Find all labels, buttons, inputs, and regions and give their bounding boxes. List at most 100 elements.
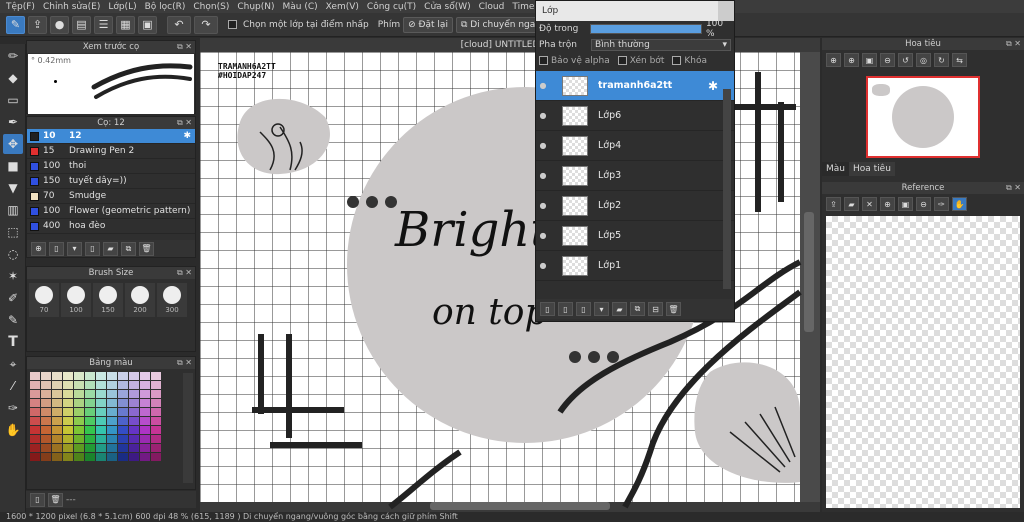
- color-swatch[interactable]: [52, 453, 62, 461]
- color-swatch[interactable]: [129, 372, 139, 380]
- export-icon[interactable]: ⇪: [28, 15, 47, 34]
- brush-tool-icon[interactable]: ✏: [3, 46, 23, 66]
- color-swatch[interactable]: [151, 381, 161, 389]
- color-swatch[interactable]: [96, 390, 106, 398]
- color-swatch[interactable]: [140, 372, 150, 380]
- color-swatch[interactable]: [140, 390, 150, 398]
- color-swatch[interactable]: [41, 372, 51, 380]
- color-swatch[interactable]: [85, 417, 95, 425]
- color-swatch[interactable]: [107, 399, 117, 407]
- color-swatch[interactable]: [30, 426, 40, 434]
- color-swatch[interactable]: [107, 381, 117, 389]
- color-swatch[interactable]: [107, 435, 117, 443]
- layer-view-icon[interactable]: ▤: [72, 15, 91, 34]
- ref-upload-icon[interactable]: ⇪: [826, 197, 841, 211]
- color-swatch[interactable]: [129, 444, 139, 452]
- color-swatch[interactable]: [129, 390, 139, 398]
- ref-zoom-in-icon[interactable]: ⊕: [880, 197, 895, 211]
- color-swatch[interactable]: [52, 390, 62, 398]
- rotate-right-icon[interactable]: ↻: [934, 53, 949, 67]
- ref-folder-icon[interactable]: ▰: [844, 197, 859, 211]
- settings-doc-icon[interactable]: ▯: [85, 241, 100, 256]
- color-swatch[interactable]: [41, 444, 51, 452]
- color-swatch[interactable]: [118, 435, 128, 443]
- color-swatch[interactable]: [129, 453, 139, 461]
- menu-item[interactable]: Chụp(N): [237, 2, 282, 12]
- eyedropper-icon[interactable]: ✑: [3, 398, 23, 418]
- text-tool-icon[interactable]: T: [3, 332, 23, 352]
- color-swatch[interactable]: [52, 426, 62, 434]
- color-swatch[interactable]: [63, 444, 73, 452]
- color-swatch[interactable]: [30, 372, 40, 380]
- color-swatch[interactable]: [96, 444, 106, 452]
- color-swatch[interactable]: [140, 417, 150, 425]
- color-swatch[interactable]: [63, 390, 73, 398]
- reference-area[interactable]: [826, 216, 1020, 508]
- color-swatch[interactable]: [41, 381, 51, 389]
- color-swatch[interactable]: [96, 399, 106, 407]
- color-swatch[interactable]: [118, 444, 128, 452]
- color-swatch[interactable]: [30, 408, 40, 416]
- palette-scrollbar[interactable]: [183, 373, 193, 483]
- chat-icon[interactable]: ●: [50, 15, 69, 34]
- color-swatch[interactable]: [63, 381, 73, 389]
- color-swatch[interactable]: [140, 399, 150, 407]
- color-swatch[interactable]: [140, 453, 150, 461]
- color-swatch[interactable]: [30, 444, 40, 452]
- color-swatch[interactable]: [41, 399, 51, 407]
- color-swatch[interactable]: [107, 390, 117, 398]
- new-brush-icon[interactable]: ⊕: [31, 241, 46, 256]
- layer-row[interactable]: ● Lớp5: [536, 221, 734, 251]
- color-swatch[interactable]: [52, 408, 62, 416]
- ref-hand-icon[interactable]: ✋: [952, 197, 967, 211]
- rotate-reset-icon[interactable]: ◎: [916, 53, 931, 67]
- color-swatch[interactable]: [151, 408, 161, 416]
- add-layer-menu-icon[interactable]: ▾: [594, 302, 609, 316]
- color-swatch[interactable]: [41, 408, 51, 416]
- menu-item[interactable]: Bộ lọc(R): [145, 2, 194, 12]
- color-swatch[interactable]: [85, 390, 95, 398]
- color-swatch[interactable]: [118, 426, 128, 434]
- gradient-icon[interactable]: ▥: [3, 200, 23, 220]
- color-swatch[interactable]: [96, 435, 106, 443]
- color-swatch[interactable]: [151, 417, 161, 425]
- color-swatch[interactable]: [30, 381, 40, 389]
- color-swatch[interactable]: [118, 399, 128, 407]
- brush-size-option[interactable]: 200: [125, 283, 155, 317]
- hand-tool-icon[interactable]: ✋: [3, 420, 23, 440]
- brush-size-option[interactable]: 150: [93, 283, 123, 317]
- lasso-icon[interactable]: ◌: [3, 244, 23, 264]
- ref-fit-icon[interactable]: ▣: [898, 197, 913, 211]
- rotate-left-icon[interactable]: ↺: [898, 53, 913, 67]
- color-swatch[interactable]: [63, 408, 73, 416]
- color-swatch[interactable]: [30, 399, 40, 407]
- layer-row[interactable]: ● Lớp6: [536, 101, 734, 131]
- color-swatch[interactable]: [41, 453, 51, 461]
- color-swatch[interactable]: [96, 453, 106, 461]
- color-swatch[interactable]: [74, 372, 84, 380]
- new-vector-icon[interactable]: ▯: [576, 302, 591, 316]
- color-swatch[interactable]: [63, 417, 73, 425]
- color-swatch[interactable]: [96, 381, 106, 389]
- color-swatch[interactable]: [85, 399, 95, 407]
- brush-size-option[interactable]: 70: [29, 283, 59, 317]
- color-swatch[interactable]: [118, 372, 128, 380]
- flip-icon[interactable]: ⇆: [952, 53, 967, 67]
- color-swatch[interactable]: [74, 408, 84, 416]
- opacity-slider[interactable]: [590, 24, 702, 34]
- canvas-hscroll[interactable]: [430, 502, 610, 510]
- pick-layer-checkbox[interactable]: [228, 20, 237, 29]
- brush-item[interactable]: 100 Flower (geometric pattern): [27, 204, 195, 219]
- color-swatch[interactable]: [129, 408, 139, 416]
- color-swatch[interactable]: [85, 426, 95, 434]
- layer-row[interactable]: ● Lớp1: [536, 251, 734, 281]
- pen-tool-icon[interactable]: ✒: [3, 112, 23, 132]
- color-swatch[interactable]: [118, 453, 128, 461]
- eye-icon[interactable]: ●: [536, 171, 550, 180]
- color-swatch[interactable]: [96, 426, 106, 434]
- doc-icon[interactable]: ▯: [49, 241, 64, 256]
- grid-icon[interactable]: ▦: [116, 15, 135, 34]
- brush-size-option[interactable]: 300: [157, 283, 187, 317]
- color-swatch[interactable]: [151, 426, 161, 434]
- brush-item[interactable]: 10 12 ✱: [27, 129, 195, 144]
